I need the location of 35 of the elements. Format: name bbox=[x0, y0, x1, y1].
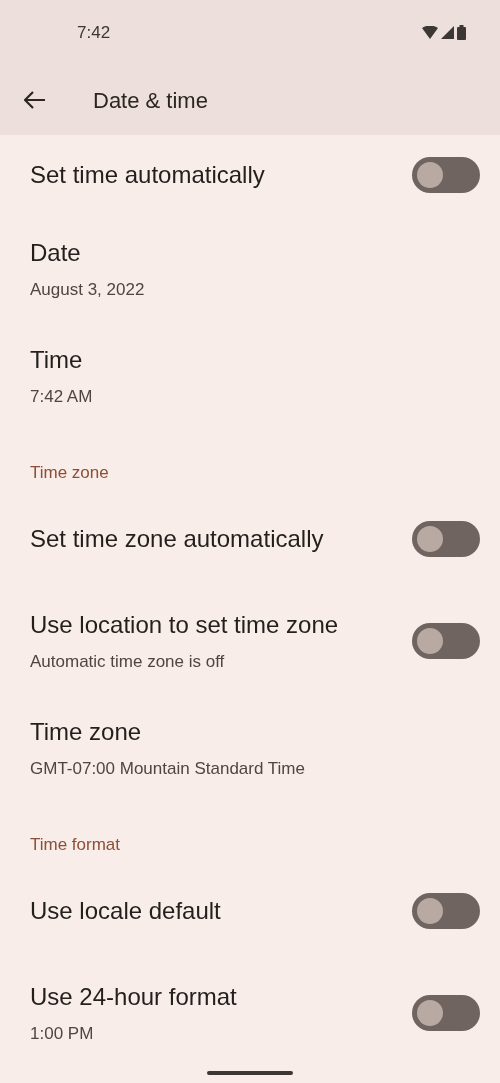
section-header: Time format bbox=[30, 833, 121, 856]
setting-subtitle: 7:42 AM bbox=[30, 385, 93, 408]
setting-row[interactable]: Date August 3, 2022 bbox=[0, 215, 500, 322]
setting-title: Use location to set time zone bbox=[30, 609, 339, 640]
setting-title: Set time zone automatically bbox=[30, 524, 324, 554]
setting-row[interactable]: Time zone GMT-07:00 Mountain Standard Time bbox=[0, 694, 500, 801]
wifi-icon bbox=[422, 26, 438, 39]
setting-title: Use locale default bbox=[30, 896, 221, 926]
setting-subtitle: Automatic time zone is off bbox=[30, 650, 226, 673]
setting-subtitle: GMT-07:00 Mountain Standard Time bbox=[30, 757, 305, 780]
toggle-switch[interactable] bbox=[412, 157, 480, 193]
setting-subtitle: August 3, 2022 bbox=[30, 278, 145, 301]
setting-row[interactable]: Use locale default bbox=[0, 863, 500, 959]
setting-title: Time zone bbox=[30, 716, 143, 747]
toggle-switch[interactable] bbox=[412, 893, 480, 929]
setting-row[interactable]: Set time zone automatically bbox=[0, 491, 500, 587]
setting-row[interactable]: Set time automatically bbox=[0, 135, 500, 215]
signal-icon bbox=[441, 26, 454, 39]
toggle-switch[interactable] bbox=[412, 994, 480, 1031]
setting-subtitle: 1:00 PM bbox=[30, 1022, 95, 1045]
setting-row[interactable]: Time 7:42 AM bbox=[0, 322, 500, 429]
navigation-handle[interactable] bbox=[207, 1071, 293, 1075]
back-arrow-icon[interactable] bbox=[24, 91, 46, 109]
setting-row[interactable]: Use 24-hour format 1:00 PM bbox=[0, 959, 500, 1066]
toggle-switch[interactable] bbox=[412, 521, 480, 557]
setting-title: Date bbox=[30, 237, 82, 268]
section-header: Time zone bbox=[30, 461, 109, 484]
toggle-switch[interactable] bbox=[412, 622, 480, 659]
battery-icon bbox=[457, 25, 466, 40]
status-time: 7:42 bbox=[77, 21, 111, 44]
setting-title: Time bbox=[30, 344, 84, 375]
setting-title: Use 24-hour format bbox=[30, 981, 237, 1012]
page-title: Date & time bbox=[93, 86, 208, 115]
setting-title: Set time automatically bbox=[30, 160, 265, 190]
setting-row[interactable]: Use location to set time zone Automatic time zone is off bbox=[0, 587, 500, 694]
